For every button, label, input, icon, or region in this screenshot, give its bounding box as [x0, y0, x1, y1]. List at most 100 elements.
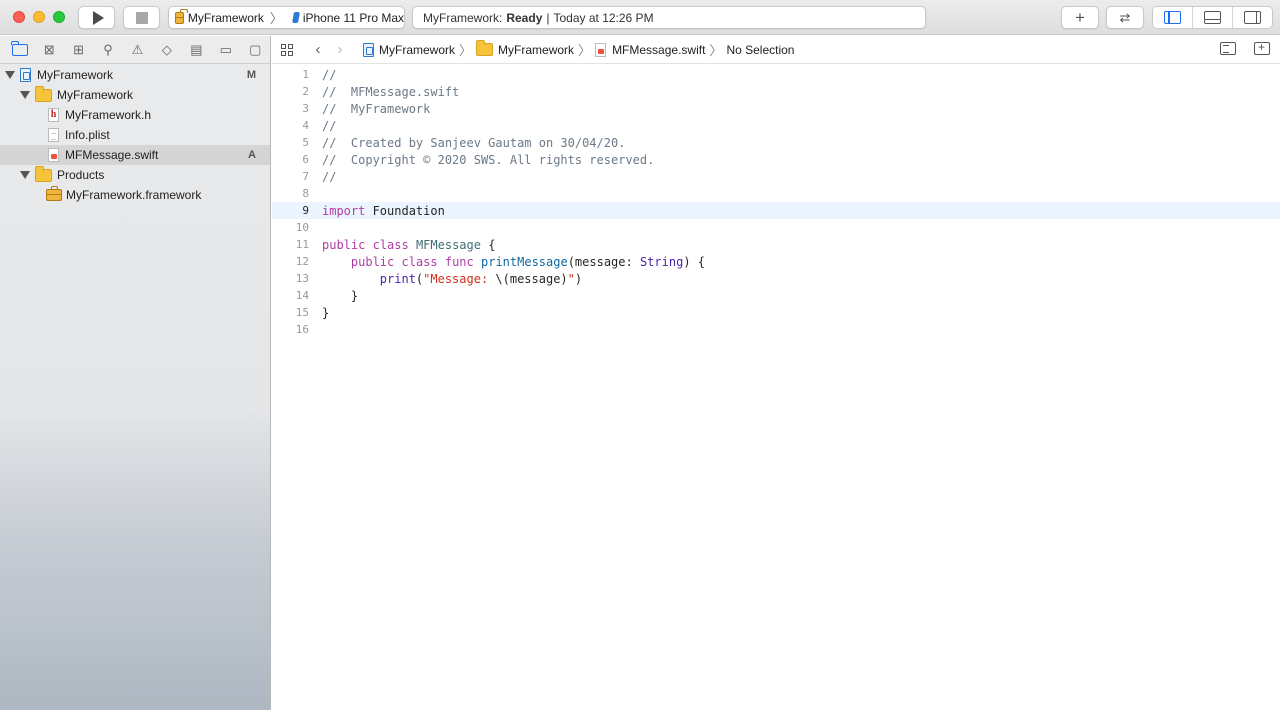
code-review-button[interactable]: ⇄ [1106, 6, 1144, 29]
breadcrumb-group[interactable]: MyFramework [498, 43, 574, 57]
code-token: String [639, 254, 684, 269]
tab-test-navigator[interactable]: ◇ [152, 36, 181, 64]
zoom-window-button[interactable] [53, 11, 65, 23]
code-line[interactable]: 1 // [272, 66, 1280, 83]
line-number: 16 [295, 323, 309, 336]
code-token: Foundation [365, 203, 445, 218]
code-line[interactable]: 13 print("Message: \(message)") [272, 270, 1280, 287]
hierarchy-icon: ⊞ [73, 41, 85, 57]
code-line[interactable]: 14 } [272, 287, 1280, 304]
breadcrumb: MyFramework 〉 MyFramework 〉 MFMessage.sw… [363, 40, 794, 59]
code-area[interactable]: 1 // 2 // MFMessage.swift 3 // MyFramework 4 //… [272, 66, 1280, 338]
toggle-navigator-button[interactable] [1153, 7, 1193, 28]
breadcrumb-file[interactable]: MFMessage.swift [612, 43, 705, 57]
code-token: // Created by Sanjeev Gautam on 30/04/20… [322, 135, 626, 150]
disclosure-triangle-icon[interactable] [5, 71, 15, 79]
code-token: } [322, 288, 359, 303]
tree-item-file-selected[interactable]: MFMessage.swift A [0, 145, 270, 165]
code-line[interactable]: 3 // MyFramework [272, 100, 1280, 117]
close-window-button[interactable] [13, 11, 25, 23]
code-token: print [379, 271, 416, 286]
code-line[interactable]: 16 [272, 321, 1280, 338]
code-line[interactable]: 2 // MFMessage.swift [272, 83, 1280, 100]
minimize-window-button[interactable] [33, 11, 45, 23]
code-token: // Copyright © 2020 SWS. All rights rese… [322, 152, 655, 167]
line-number: 1 [302, 68, 309, 81]
code-line[interactable]: 4 // [272, 117, 1280, 134]
tree-item-file[interactable]: h MyFramework.h [0, 105, 270, 125]
folder-icon [35, 165, 52, 182]
library-add-button[interactable]: + [1061, 6, 1099, 29]
code-text: // Created by Sanjeev Gautam on 30/04/20… [310, 136, 625, 150]
toggle-debug-area-button[interactable] [1193, 7, 1233, 28]
code-token: \(message) [495, 271, 568, 286]
editor-options-icon[interactable] [1220, 42, 1236, 55]
folder-icon [35, 85, 52, 102]
chevron-right-icon: 〉 [709, 43, 723, 58]
tree-item-group[interactable]: Products [0, 165, 270, 185]
folder-icon [11, 40, 28, 56]
line-number: 15 [295, 306, 309, 319]
code-line[interactable]: 7 // [272, 168, 1280, 185]
code-token: import [322, 203, 366, 218]
code-line[interactable]: 15} [272, 304, 1280, 321]
panel-toggle-group [1152, 6, 1273, 29]
code-line[interactable]: 10 [272, 219, 1280, 236]
code-line[interactable]: 9 import Foundation [272, 202, 1280, 219]
swift-file-icon [595, 42, 607, 57]
stop-button[interactable] [123, 6, 160, 29]
tree-item-label: Products [57, 168, 105, 182]
tab-breakpoint-navigator[interactable]: ▭ [211, 36, 240, 64]
tab-source-control[interactable]: ⊠ [34, 36, 63, 64]
back-arrow-icon[interactable]: ‹ [307, 41, 329, 58]
breakpoint-icon: ▭ [219, 41, 232, 57]
code-line[interactable]: 5 // Created by Sanjeev Gautam on 30/04/2… [272, 134, 1280, 151]
breadcrumb-project[interactable]: MyFramework [379, 43, 455, 57]
code-token: // MFMessage.swift [322, 84, 460, 99]
scheme-selector[interactable]: MyFramework 〉 iPhone 11 Pro Max [168, 6, 405, 29]
tree-item-project[interactable]: MyFramework M [0, 65, 270, 85]
jump-bar: ‹ › MyFramework 〉 MyFramework 〉 MFMessag… [272, 36, 1280, 64]
swap-arrows-icon: ⇄ [1119, 9, 1131, 25]
play-icon [92, 10, 104, 25]
header-file-icon: h [48, 108, 59, 122]
line-number: 7 [302, 170, 309, 183]
tree-item-label: MyFramework.framework [66, 188, 202, 202]
tab-issue-navigator[interactable]: ⚠ [123, 36, 152, 64]
toggle-inspector-button[interactable] [1233, 7, 1272, 28]
code-token: ) { [683, 254, 705, 269]
tree-item-file[interactable]: Info.plist [0, 125, 270, 145]
code-line[interactable]: 6 // Copyright © 2020 SWS. All rights res… [272, 151, 1280, 168]
tab-symbol-navigator[interactable]: ⊞ [64, 36, 93, 64]
tab-find-navigator[interactable]: ⚲ [93, 36, 122, 64]
code-line[interactable]: 12 public class func printMessage(messag… [272, 253, 1280, 270]
chevron-right-icon: 〉 [578, 43, 592, 58]
tab-project-navigator[interactable] [5, 36, 34, 64]
code-line[interactable]: 11 public class MFMessage { [272, 236, 1280, 253]
code-line[interactable]: 8 [272, 185, 1280, 202]
related-items-icon[interactable] [281, 43, 293, 56]
line-number: 9 [302, 204, 309, 217]
line-number: 2 [302, 85, 309, 98]
tree-item-label: MFMessage.swift [65, 148, 159, 162]
code-token: public [350, 254, 395, 269]
disclosure-triangle-icon[interactable] [20, 91, 30, 99]
tab-debug-navigator[interactable]: ▤ [182, 36, 211, 64]
code-text: // [310, 68, 336, 82]
chevron-right-icon: 〉 [459, 43, 473, 58]
tree-item-group[interactable]: MyFramework [0, 85, 270, 105]
code-text: // MyFramework [310, 102, 430, 116]
breadcrumb-selection[interactable]: No Selection [726, 43, 794, 57]
xcode-project-icon [20, 68, 31, 82]
status-separator: | [546, 10, 550, 25]
run-button[interactable] [78, 6, 115, 29]
tab-report-navigator[interactable]: ▢ [241, 36, 270, 64]
tree-item-file[interactable]: MyFramework.framework [0, 185, 270, 205]
forward-arrow-icon[interactable]: › [329, 41, 351, 58]
add-editor-icon[interactable] [1254, 40, 1270, 55]
disclosure-triangle-icon[interactable] [20, 171, 30, 179]
